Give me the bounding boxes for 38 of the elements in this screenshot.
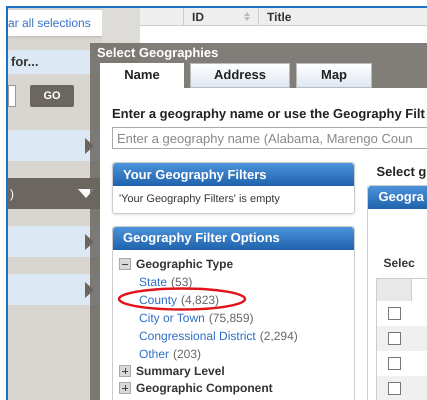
geography-search-field[interactable]: Enter a geography name (Alabama, Marengo Coun bbox=[112, 127, 427, 149]
column-header[interactable]: ID bbox=[192, 8, 204, 26]
panel-header: Your Geography Filters bbox=[113, 163, 354, 186]
filter-count: (2,294) bbox=[260, 328, 298, 344]
clear-selections-link[interactable]: ar all selections bbox=[8, 14, 91, 32]
tree-node-label[interactable]: Summary Level bbox=[136, 362, 225, 380]
sidebar-item-label: ) bbox=[10, 186, 14, 202]
tab[interactable]: Address bbox=[190, 62, 290, 88]
collapse-icon[interactable] bbox=[119, 258, 131, 270]
panel-header: Geogra bbox=[368, 186, 427, 208]
filter-link[interactable]: State bbox=[139, 272, 168, 290]
checkbox[interactable] bbox=[388, 382, 402, 394]
checkbox[interactable] bbox=[388, 356, 402, 370]
empty-message: 'Your Geography Filters' is empty bbox=[118, 192, 281, 207]
dialog-title: Select Geographies bbox=[97, 44, 218, 62]
results-heading: Select g bbox=[375, 163, 427, 181]
checkbox[interactable] bbox=[388, 306, 402, 320]
filter-link[interactable]: City or Town bbox=[139, 308, 205, 326]
tree-node-label[interactable]: Geographic Component bbox=[136, 379, 273, 397]
search-prompt: Enter a geography name or use the Geography Filt bbox=[112, 104, 426, 123]
expand-icon[interactable] bbox=[119, 382, 131, 394]
search-input[interactable] bbox=[8, 85, 16, 107]
go-button[interactable]: GO bbox=[30, 85, 74, 107]
filter-count: (4,823) bbox=[181, 292, 220, 308]
tree-node-label[interactable]: Geographic Type bbox=[136, 255, 234, 273]
filter-count: (53) bbox=[171, 274, 192, 290]
tab[interactable]: Name bbox=[100, 62, 184, 88]
expand-icon[interactable] bbox=[119, 365, 131, 377]
checkbox[interactable] bbox=[388, 332, 402, 344]
tab[interactable]: Map bbox=[296, 62, 372, 88]
filter-count: (75,859) bbox=[208, 310, 254, 326]
panel-header: Geography Filter Options bbox=[113, 226, 354, 250]
filter-link[interactable]: County bbox=[139, 290, 178, 308]
filter-link[interactable]: Other bbox=[139, 344, 170, 362]
column-header[interactable]: Title bbox=[267, 8, 292, 26]
filter-link[interactable]: Congressional District bbox=[139, 326, 256, 344]
filter-count: (203) bbox=[173, 346, 202, 362]
select-label: Selec bbox=[382, 254, 416, 272]
